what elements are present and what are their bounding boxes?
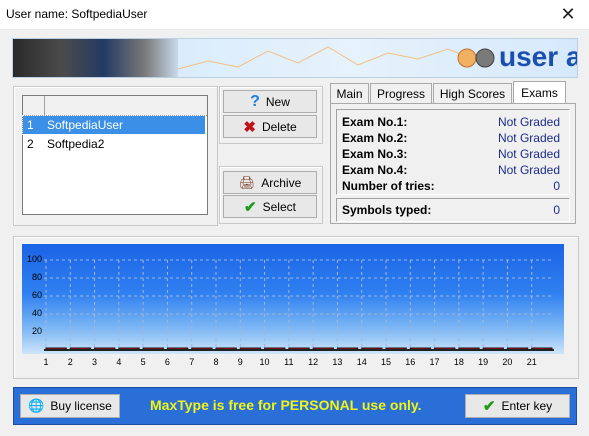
exam-4-value: Not Graded (497, 163, 560, 177)
symbols-value: 0 (553, 203, 560, 217)
y-tick-label: 40 (31, 308, 42, 318)
tab-main[interactable]: Main (330, 83, 369, 103)
x-tick-label: 4 (116, 357, 122, 367)
checkmark-icon: ✔ (482, 398, 496, 415)
exam-2-value: Not Graded (497, 131, 560, 145)
x-tick-label: 19 (478, 357, 489, 367)
globe-icon: 🌐 (28, 398, 45, 413)
close-icon[interactable]: ✕ (548, 0, 588, 29)
x-tick-label: 15 (380, 357, 391, 367)
enter-key-button[interactable]: ✔ Enter key (465, 394, 570, 418)
x-tick-label: 17 (429, 357, 440, 367)
archive-button[interactable]: 🖨 Archive (223, 171, 317, 194)
tab-exams[interactable]: Exams (513, 81, 566, 103)
checkmark-icon: ✔ (244, 198, 257, 216)
tries-label: Number of tries: (342, 179, 435, 193)
tab-progress[interactable]: Progress (370, 83, 432, 103)
tab-high-scores[interactable]: High Scores (433, 83, 512, 103)
buy-license-button[interactable]: 🌐 Buy license (20, 394, 120, 418)
x-tick-label: 11 (284, 357, 294, 367)
list-item[interactable]: 2 Softpedia2 (23, 135, 205, 153)
exam-3-value: Not Graded (497, 147, 560, 161)
delete-button[interactable]: ✖ Delete (223, 115, 317, 138)
helmet-graphic (13, 39, 178, 77)
progress-chart (22, 244, 564, 354)
x-tick-label: 18 (453, 357, 464, 367)
exam-3-label: Exam No.3: (342, 147, 408, 161)
avatar-icon (457, 48, 495, 68)
new-button[interactable]: ? New (223, 90, 317, 113)
x-tick-label: 16 (405, 357, 416, 367)
title-bar: User name: SoftpediaUser ✕ (0, 0, 589, 30)
list-item[interactable]: 1 SoftpediaUser (22, 115, 206, 135)
x-tick-label: 9 (237, 357, 243, 367)
y-tick-label: 100 (26, 254, 42, 264)
tries-value: 0 (553, 179, 560, 193)
wave-decoration (178, 46, 478, 70)
x-tick-label: 6 (164, 357, 170, 367)
y-tick-label: 20 (31, 326, 42, 336)
x-tick-label: 1 (43, 357, 49, 367)
banner-text: user a (499, 41, 578, 72)
x-tick-label: 20 (502, 357, 513, 367)
exam-2-label: Exam No.2: (342, 131, 408, 145)
x-icon: ✖ (243, 118, 256, 136)
list-header (23, 96, 207, 116)
y-tick-label: 60 (31, 290, 42, 300)
question-icon: ? (250, 92, 260, 110)
window-title: User name: SoftpediaUser (6, 7, 148, 21)
x-tick-label: 12 (308, 357, 319, 367)
select-button[interactable]: ✔ Select (223, 195, 317, 218)
chart-svg (44, 259, 554, 351)
x-tick-label: 10 (259, 357, 270, 367)
x-tick-label: 21 (526, 357, 537, 367)
y-tick-label: 80 (31, 272, 42, 282)
exam-1-label: Exam No.1: (342, 115, 408, 129)
banner: user a (12, 38, 578, 78)
exam-4-label: Exam No.4: (342, 163, 408, 177)
exam-1-value: Not Graded (497, 115, 560, 129)
x-tick-label: 14 (356, 357, 367, 367)
user-list[interactable]: 1 SoftpediaUser 2 Softpedia2 (22, 95, 208, 215)
x-tick-label: 8 (213, 357, 219, 367)
symbols-label: Symbols typed: (342, 203, 432, 217)
x-tick-label: 13 (332, 357, 343, 367)
archive-icon: 🖨 (238, 174, 256, 190)
x-tick-label: 2 (67, 357, 73, 367)
x-tick-label: 3 (92, 357, 98, 367)
x-tick-label: 5 (140, 357, 146, 367)
license-notice: MaxType is free for PERSONAL use only. (150, 397, 422, 413)
x-tick-label: 7 (189, 357, 195, 367)
